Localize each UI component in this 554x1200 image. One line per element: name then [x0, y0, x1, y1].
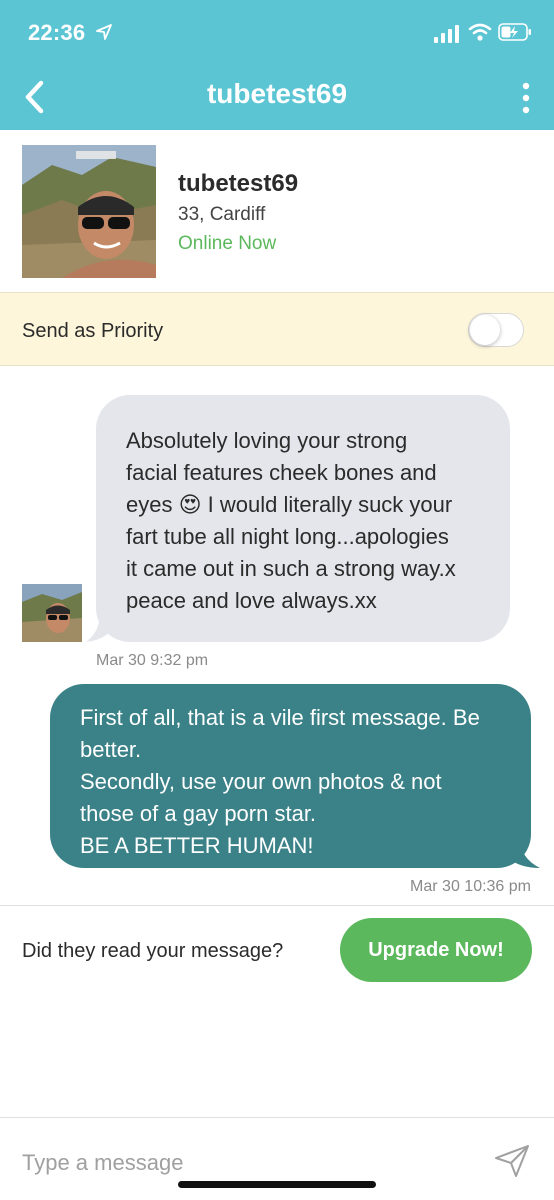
- message-line: Absolutely loving your strong: [126, 428, 408, 453]
- location-arrow-icon: [96, 24, 112, 40]
- message-line: better.: [80, 737, 142, 762]
- status-time: 22:36: [28, 20, 86, 45]
- incoming-message-bubble[interactable]: Absolutely loving your strong facial fea…: [96, 395, 510, 642]
- sender-avatar[interactable]: [22, 584, 82, 642]
- message-line: fart tube all night long...apologies: [126, 524, 449, 549]
- outgoing-message-bubble[interactable]: First of all, that is a vile first messa…: [50, 684, 531, 868]
- priority-toggle[interactable]: [468, 313, 524, 347]
- message-line: Secondly, use your own photos & not: [80, 769, 442, 794]
- page-title: tubetest69: [206, 78, 348, 109]
- message-line: First of all, that is a vile first messa…: [80, 705, 480, 730]
- avatar-image: [22, 584, 82, 642]
- upgrade-now-button[interactable]: Upgrade Now!: [340, 918, 532, 982]
- message-line: it came out in such a strong way.x: [126, 556, 456, 581]
- message-input[interactable]: [22, 1146, 462, 1180]
- message-text: eyes: [126, 492, 173, 517]
- message-line: those of a gay porn star.: [80, 801, 317, 826]
- send-as-priority-row: Send as Priority: [0, 292, 554, 366]
- profile-name: tubetest69: [178, 170, 299, 197]
- read-receipt-label: Did they read your message?: [22, 940, 284, 962]
- heart-eyes-emoji: 😍: [178, 492, 202, 517]
- message-line: eyes 😍 I would literally suck your: [126, 489, 482, 521]
- message-line: facial features cheek bones and: [126, 460, 437, 485]
- outgoing-timestamp: Mar 30 10:36 pm: [410, 878, 531, 895]
- avatar-image: [22, 145, 156, 278]
- toggle-knob: [470, 315, 500, 345]
- wifi-icon: [468, 23, 492, 41]
- message-text: I would literally suck your: [207, 492, 453, 517]
- priority-label: Send as Priority: [22, 320, 164, 342]
- message-line: peace and love always.xx: [126, 588, 377, 613]
- incoming-timestamp: Mar 30 9:32 pm: [96, 652, 209, 669]
- home-indicator: [178, 1181, 376, 1188]
- online-status: Online Now: [178, 233, 277, 254]
- profile-header[interactable]: tubetest69 33, Cardiff Online Now: [0, 130, 554, 292]
- more-vertical-icon[interactable]: [514, 78, 538, 118]
- send-paper-plane-icon[interactable]: [494, 1144, 530, 1178]
- top-bar: 22:36 tubetest69: [0, 0, 554, 130]
- battery-charging-icon: [498, 23, 531, 41]
- profile-photo[interactable]: [22, 145, 156, 278]
- cellular-signal-icon: [434, 25, 459, 43]
- profile-age-location: 33, Cardiff: [178, 204, 266, 225]
- read-receipt-row: Did they read your message? Upgrade Now!: [0, 905, 554, 995]
- message-line: BE A BETTER HUMAN!: [80, 833, 314, 858]
